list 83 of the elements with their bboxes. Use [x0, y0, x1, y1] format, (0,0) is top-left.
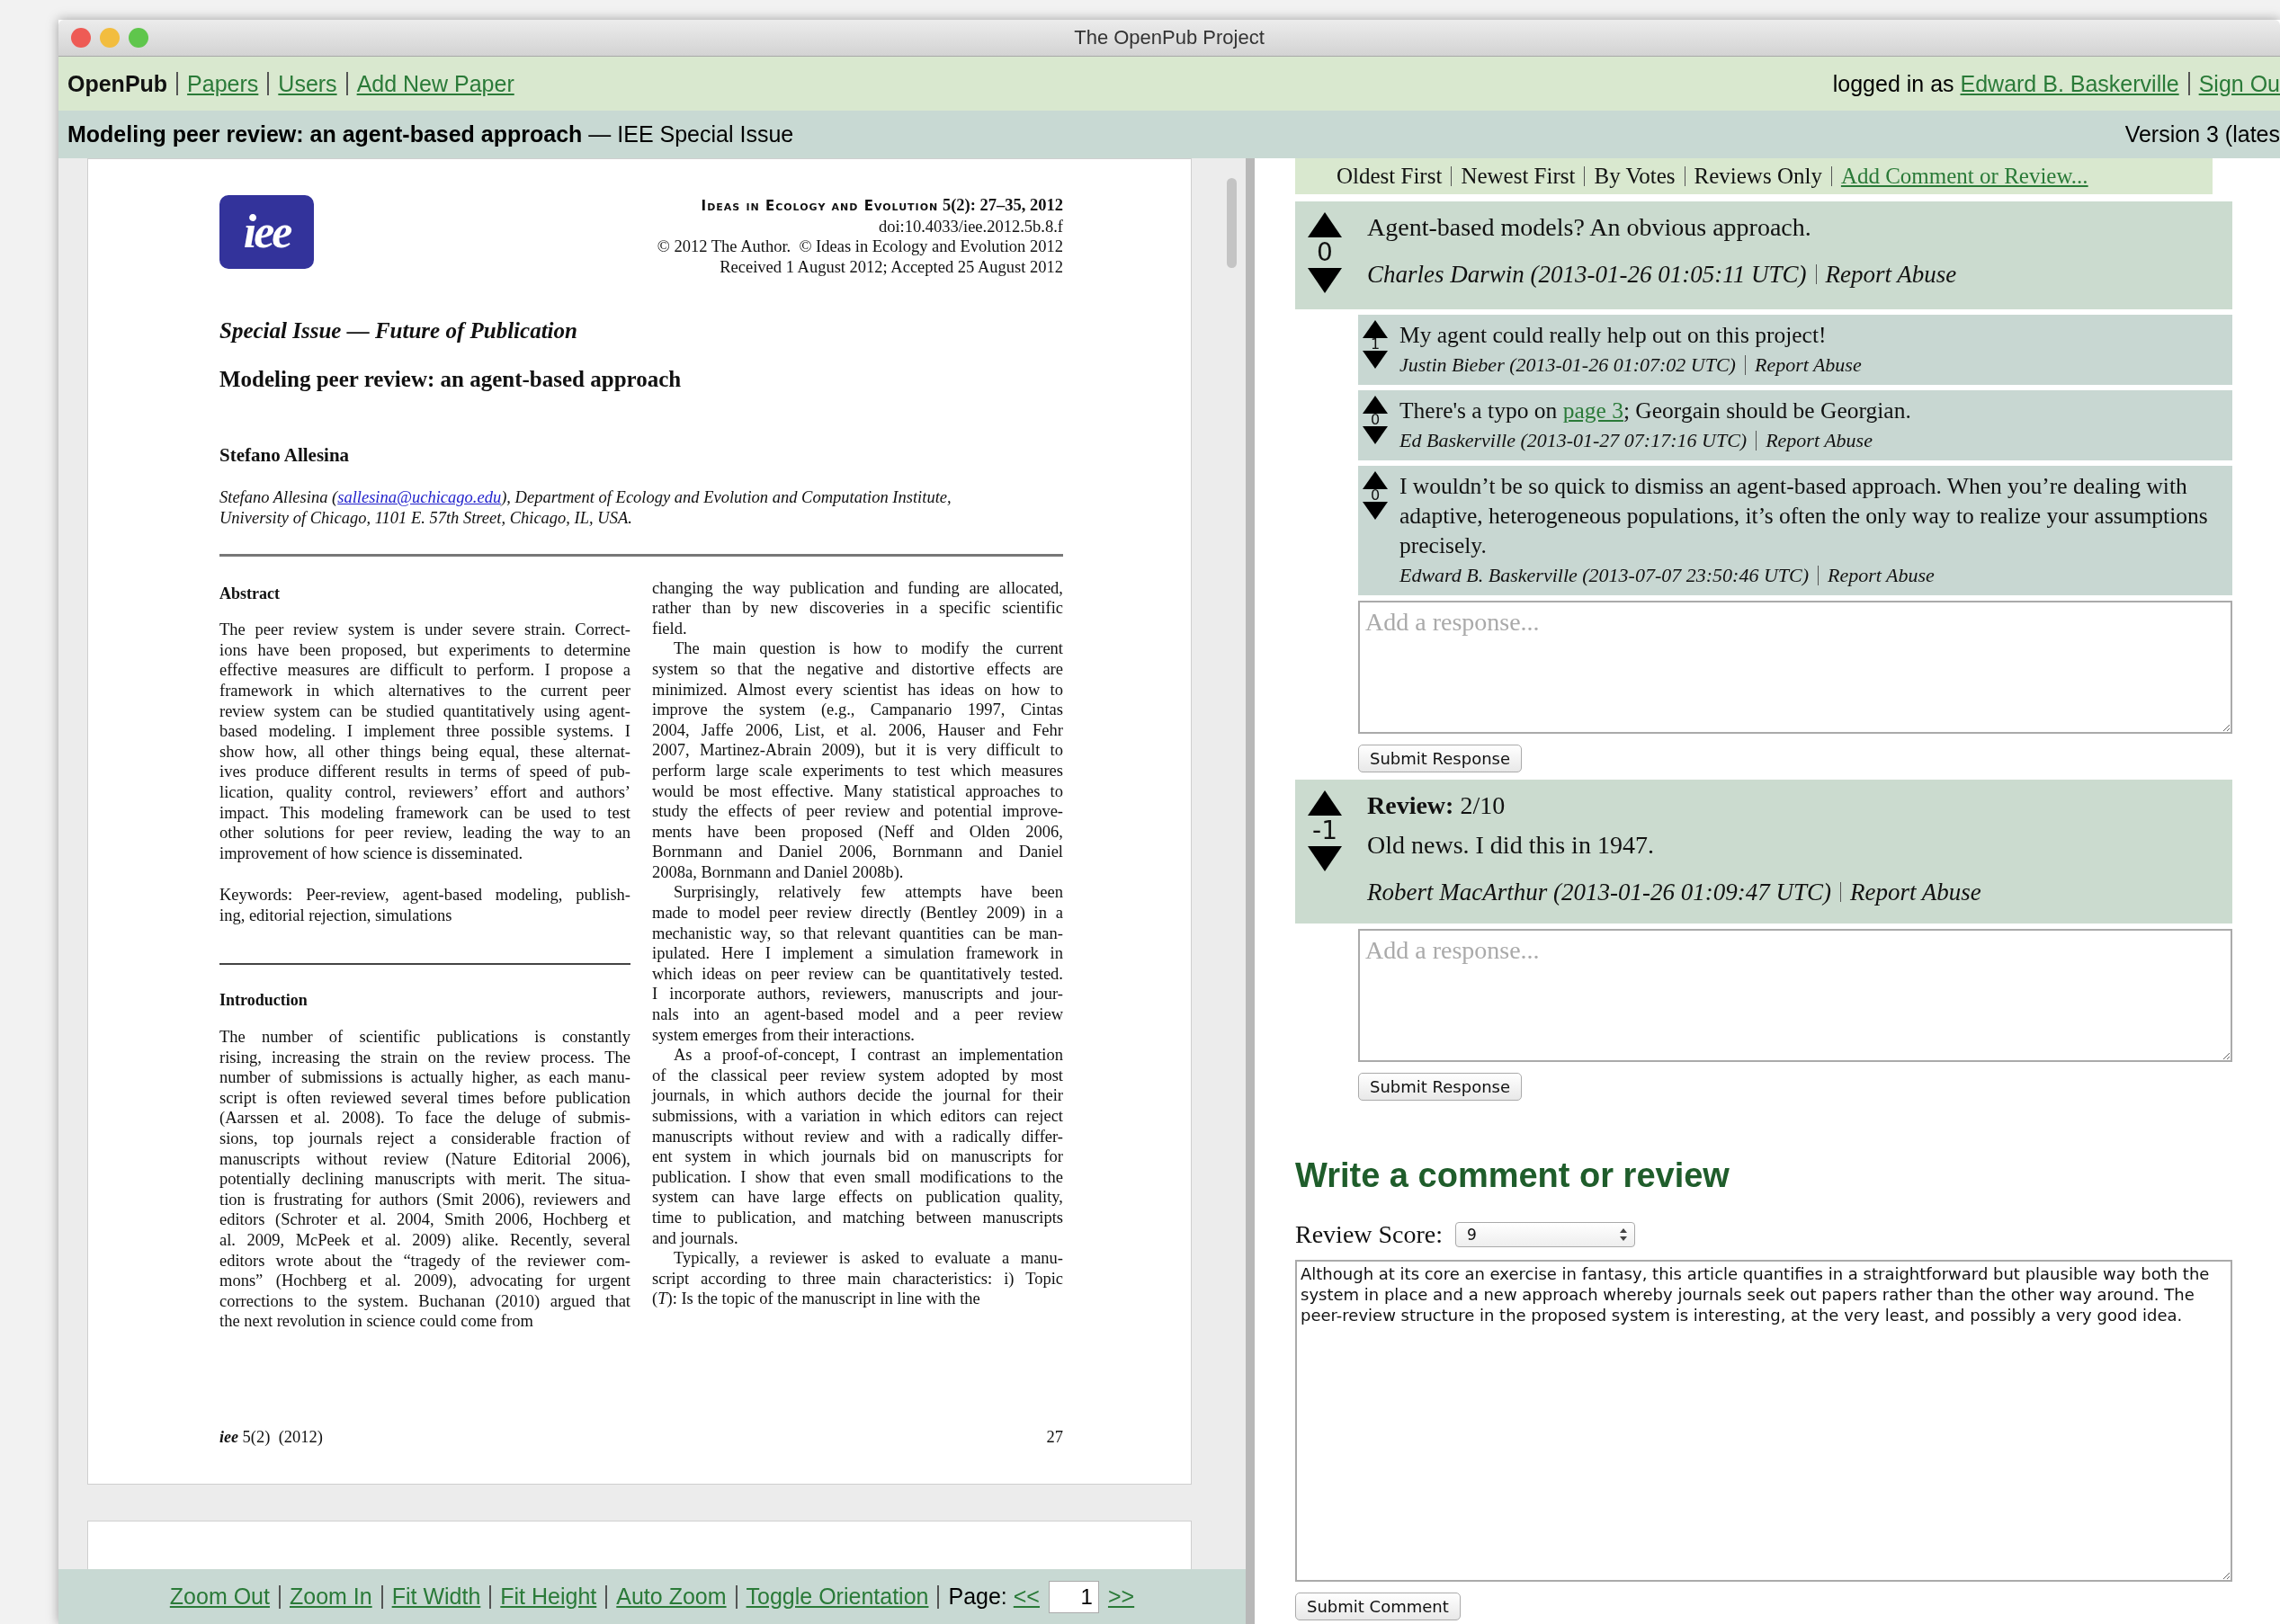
nav-link[interactable]: Users — [278, 70, 337, 97]
paragraph: The main question is how to modify the current system so that the negative and distortive effects are minimized. Almost every scientist has ideas on how to improve the system (e.g., Campanario 1997, Cintas 2004, Jaffe 2006, List, et al. 2006, Hauser and Fehr 2007, Martinez-Abrain 2009), but it is very difficult to perform large scale experiments to test which measures would be most effective. Many statistical approaches to study the effects of peer review and potential improve- ments have been proposed (Neff and Olden 2006, Bornmann and Daniel 2006, Bornmann and Daniel 2008a, Bornmann and Daniel 2008b). — [652, 638, 1063, 883]
paragraph: Surprisingly, relatively few attempts have been made to model peer review directly (Bentley 2009) in a mechanistic way, so that relevant quantities can be man- ipulated. Here I implement a simulation framework in which ideas on peer review can be quantitatively tested. I incorporate authors, reviewers, manuscripts and jour- nals into an agent-based model and a peer review system emerges from their interactions. — [652, 882, 1063, 1046]
submit-comment-button[interactable]: Submit Comment — [1295, 1593, 1461, 1620]
next-page-link[interactable]: >> — [1107, 1584, 1135, 1610]
sort-option[interactable]: Reviews Only — [1694, 164, 1822, 189]
paragraph: Typically, a reviewer is asked to evaluate a manu- script according to three main characteristics: i) Topic (T): Is the topic of the manuscript in line with the — [652, 1248, 1063, 1309]
compose-heading: Write a comment or review — [1295, 1156, 1730, 1195]
paragraph: As a proof-of-concept, I contrast an implementation of the classical peer review system adopted by most journals, in which authors decide the journal for their submissions, with a variation in which editors can reject manuscripts without review and with a radically differ- ent system in which journals bid on manuscripts for publication. I show that even small modifications to the system can have large effects on publication quality, time to publication, and matching between manuscripts and journals. — [652, 1045, 1063, 1249]
report-abuse-link[interactable]: Report Abuse — [1849, 877, 1981, 907]
toolbar-link[interactable]: Toggle Orientation — [746, 1584, 929, 1610]
sort-option[interactable]: By Votes — [1594, 164, 1676, 189]
section-heading: Abstract — [219, 583, 280, 604]
submit-response-button[interactable]: Submit Response — [1358, 745, 1523, 772]
review-score-select[interactable]: 9 — [1455, 1222, 1636, 1247]
page-number: 27 — [1046, 1427, 1063, 1448]
reply-text: There's a typo on page 3; Georgain should be Georgian. — [1399, 397, 1911, 425]
author-name: Stefano Allesina — [219, 443, 350, 468]
journal-logo: iee — [219, 195, 314, 269]
paragraph: The peer review system is under severe strain. Correct- ions have been proposed, but experiments to determine effective measures are difficult to perform. I propose a framework in which alternatives to the current peer review system can be studied quantitatively using agent- based modeling. I implement three possible systems. I show how, all other things being equal, these alternat- ives produce different results in terms of speed of pub- lication, quality control, reviewers’ effort and authors’ impact. This modeling framework can be used to test other solutions for peer review, leading the way to an improvement of how science is disseminated. — [219, 620, 630, 864]
paragraph: The number of scientific publications is constantly rising, increasing the strain on the review process. The number of submissions is actually higher, as each manu- script is often reviewed several times before publication (Aarssen et al. 2008). To face the deluge of submis- sions, top journals reject a considerable fraction of manuscripts without review (Nature Editorial 2006), potentially declining manuscripts with merit. The situa- tion is frustrating for authors (Smit 2006), reviewers and editors (Schroter et al. 2004, Smith 2006, Hochberg et al. 2009, McPeek et al. 2009) alike. Recently, several editors wrote about the “tragedy of the reviewer com- mons” (Hochberg et al. 2009), advocating for urgent corrections to the system. Buchanan (2010) argued that the next revolution in science could come from — [219, 1027, 630, 1332]
vote-count: 1 — [1370, 338, 1381, 351]
paragraph: changing the way publication and funding are allocated, rather than by new discoveries in a specific scientific field. — [652, 577, 1063, 639]
review-score-label: Review Score: — [1295, 1220, 1444, 1249]
toolbar-link[interactable]: Auto Zoom — [616, 1584, 727, 1610]
email-link[interactable]: sallesina@uchicago.edu — [337, 488, 502, 507]
report-abuse-link[interactable]: Report Abuse — [1825, 259, 1957, 290]
copyright-text: © 2012 The Author. © Ideas in Ecology and Evolution 2012 — [657, 236, 1063, 257]
doi-text: doi:10.4033/iee.2012.5b.8.f — [877, 216, 1063, 237]
response-field[interactable]: Add a response... — [1358, 929, 2232, 1062]
article-title: Modeling peer review: an agent-based approach — [219, 366, 682, 394]
sign-out-link[interactable]: Sign Ou — [2198, 70, 2280, 97]
vote-count: 0 — [1370, 414, 1381, 426]
comment-author: Charles Darwin (2013-01-26 01:05:11 UTC) — [1367, 260, 1807, 290]
submit-response-button[interactable]: Submit Response — [1358, 1073, 1523, 1101]
report-abuse-link[interactable]: Report Abuse — [1828, 560, 1935, 590]
journal-citation: Ideas in Ecology and Evolution 5(2): 27–35, 2012 — [700, 195, 1063, 216]
window-title: The OpenPub Project — [1074, 26, 1265, 49]
nav-link[interactable]: Add New Paper — [356, 70, 514, 97]
footer-issue: 5(2) (2012) — [242, 1428, 323, 1447]
comment-author: Ed Baskerville (2013-01-27 07:17:16 UTC) — [1399, 428, 1748, 453]
response-field[interactable]: Add a response... — [1358, 601, 2232, 734]
updown-arrows-icon — [1620, 1228, 1628, 1241]
reply-text: I wouldn’t be so quick to dismiss an agent-based approach. When you’re dealing with adaptive, heterogeneous populations, it’s often the only way to realize your assumptions precisely. — [1399, 472, 2209, 560]
comment-author: Justin Bieber (2013-01-26 01:07:02 UTC) — [1399, 352, 1736, 378]
page-field[interactable]: 1 — [1048, 1580, 1099, 1613]
review-rating: Review: 2/10 — [1367, 790, 1507, 821]
login-label: logged in as — [1832, 70, 1955, 97]
brand-name: OpenPub — [67, 70, 168, 97]
close-button[interactable] — [71, 28, 91, 48]
reply-text: My agent could really help out on this project! — [1399, 321, 1828, 350]
page-link[interactable]: page 3 — [1562, 397, 1623, 424]
report-abuse-link[interactable]: Report Abuse — [1766, 425, 1873, 455]
sort-option[interactable]: Oldest First — [1337, 164, 1443, 189]
paragraph: Keywords: Peer-review, agent-based modeling, publish- ing, editorial rejection, simulations — [219, 885, 630, 926]
previous-page-link[interactable]: << — [1013, 1584, 1040, 1610]
footer-logo: iee — [219, 1428, 238, 1447]
vote-count: 0 — [1370, 489, 1381, 502]
toolbar-link[interactable]: Zoom Out — [169, 1584, 270, 1610]
affiliation-text: Stefano Allesina (sallesina@uchicago.edu), Department of Ecology and Evolution and Computation Institute, University of Chicago, 1101 E. 57th Street, Chicago, IL, USA. — [219, 487, 952, 529]
toolbar-link[interactable]: Fit Width — [391, 1584, 481, 1610]
scroll-thumb[interactable] — [1227, 178, 1237, 268]
comment-text: Agent-based models? An obvious approach. — [1367, 212, 1812, 243]
report-abuse-link[interactable]: Report Abuse — [1754, 350, 1862, 379]
comment-field[interactable]: Although at its core an exercise in fantasy, this article quantifies in a straightforward but plausible way both the system in place and a new approach whereby journals seek out papers rather than the other way around. The peer-review structure in the proposed system is interesting, at the very least, and possibly a very good idea. — [1295, 1260, 2232, 1582]
comment-author: Robert MacArthur (2013-01-26 01:09:47 UTC) — [1367, 878, 1831, 907]
page-label: Page: — [948, 1584, 1008, 1610]
vote-count: -1 — [1312, 816, 1337, 846]
toolbar-link[interactable]: Zoom In — [289, 1584, 372, 1610]
special-issue-title: Special Issue — Future of Publication — [219, 317, 577, 345]
sort-option[interactable]: Newest First — [1461, 164, 1576, 189]
user-link[interactable]: Edward B. Baskerville — [1960, 70, 2179, 97]
vote-count: 0 — [1317, 237, 1333, 268]
nav-link[interactable]: Papers — [187, 70, 259, 97]
issue-label: — IEE Special Issue — [587, 121, 794, 147]
received-text: Received 1 August 2012; Accepted 25 August 2012 — [719, 256, 1063, 278]
toolbar-link[interactable]: Fit Height — [500, 1584, 597, 1610]
paper-title: Modeling peer review: an agent-based approach — [67, 121, 583, 147]
comment-author: Edward B. Baskerville (2013-07-07 23:50:46 UTC) — [1399, 563, 1809, 588]
version-label: Version 3 (lates — [2124, 121, 2280, 147]
review-text: Old news. I did this in 1947. — [1367, 830, 1655, 861]
section-heading: Introduction — [219, 990, 308, 1012]
add-comment-link[interactable]: Add Comment or Review... — [1840, 164, 2088, 189]
